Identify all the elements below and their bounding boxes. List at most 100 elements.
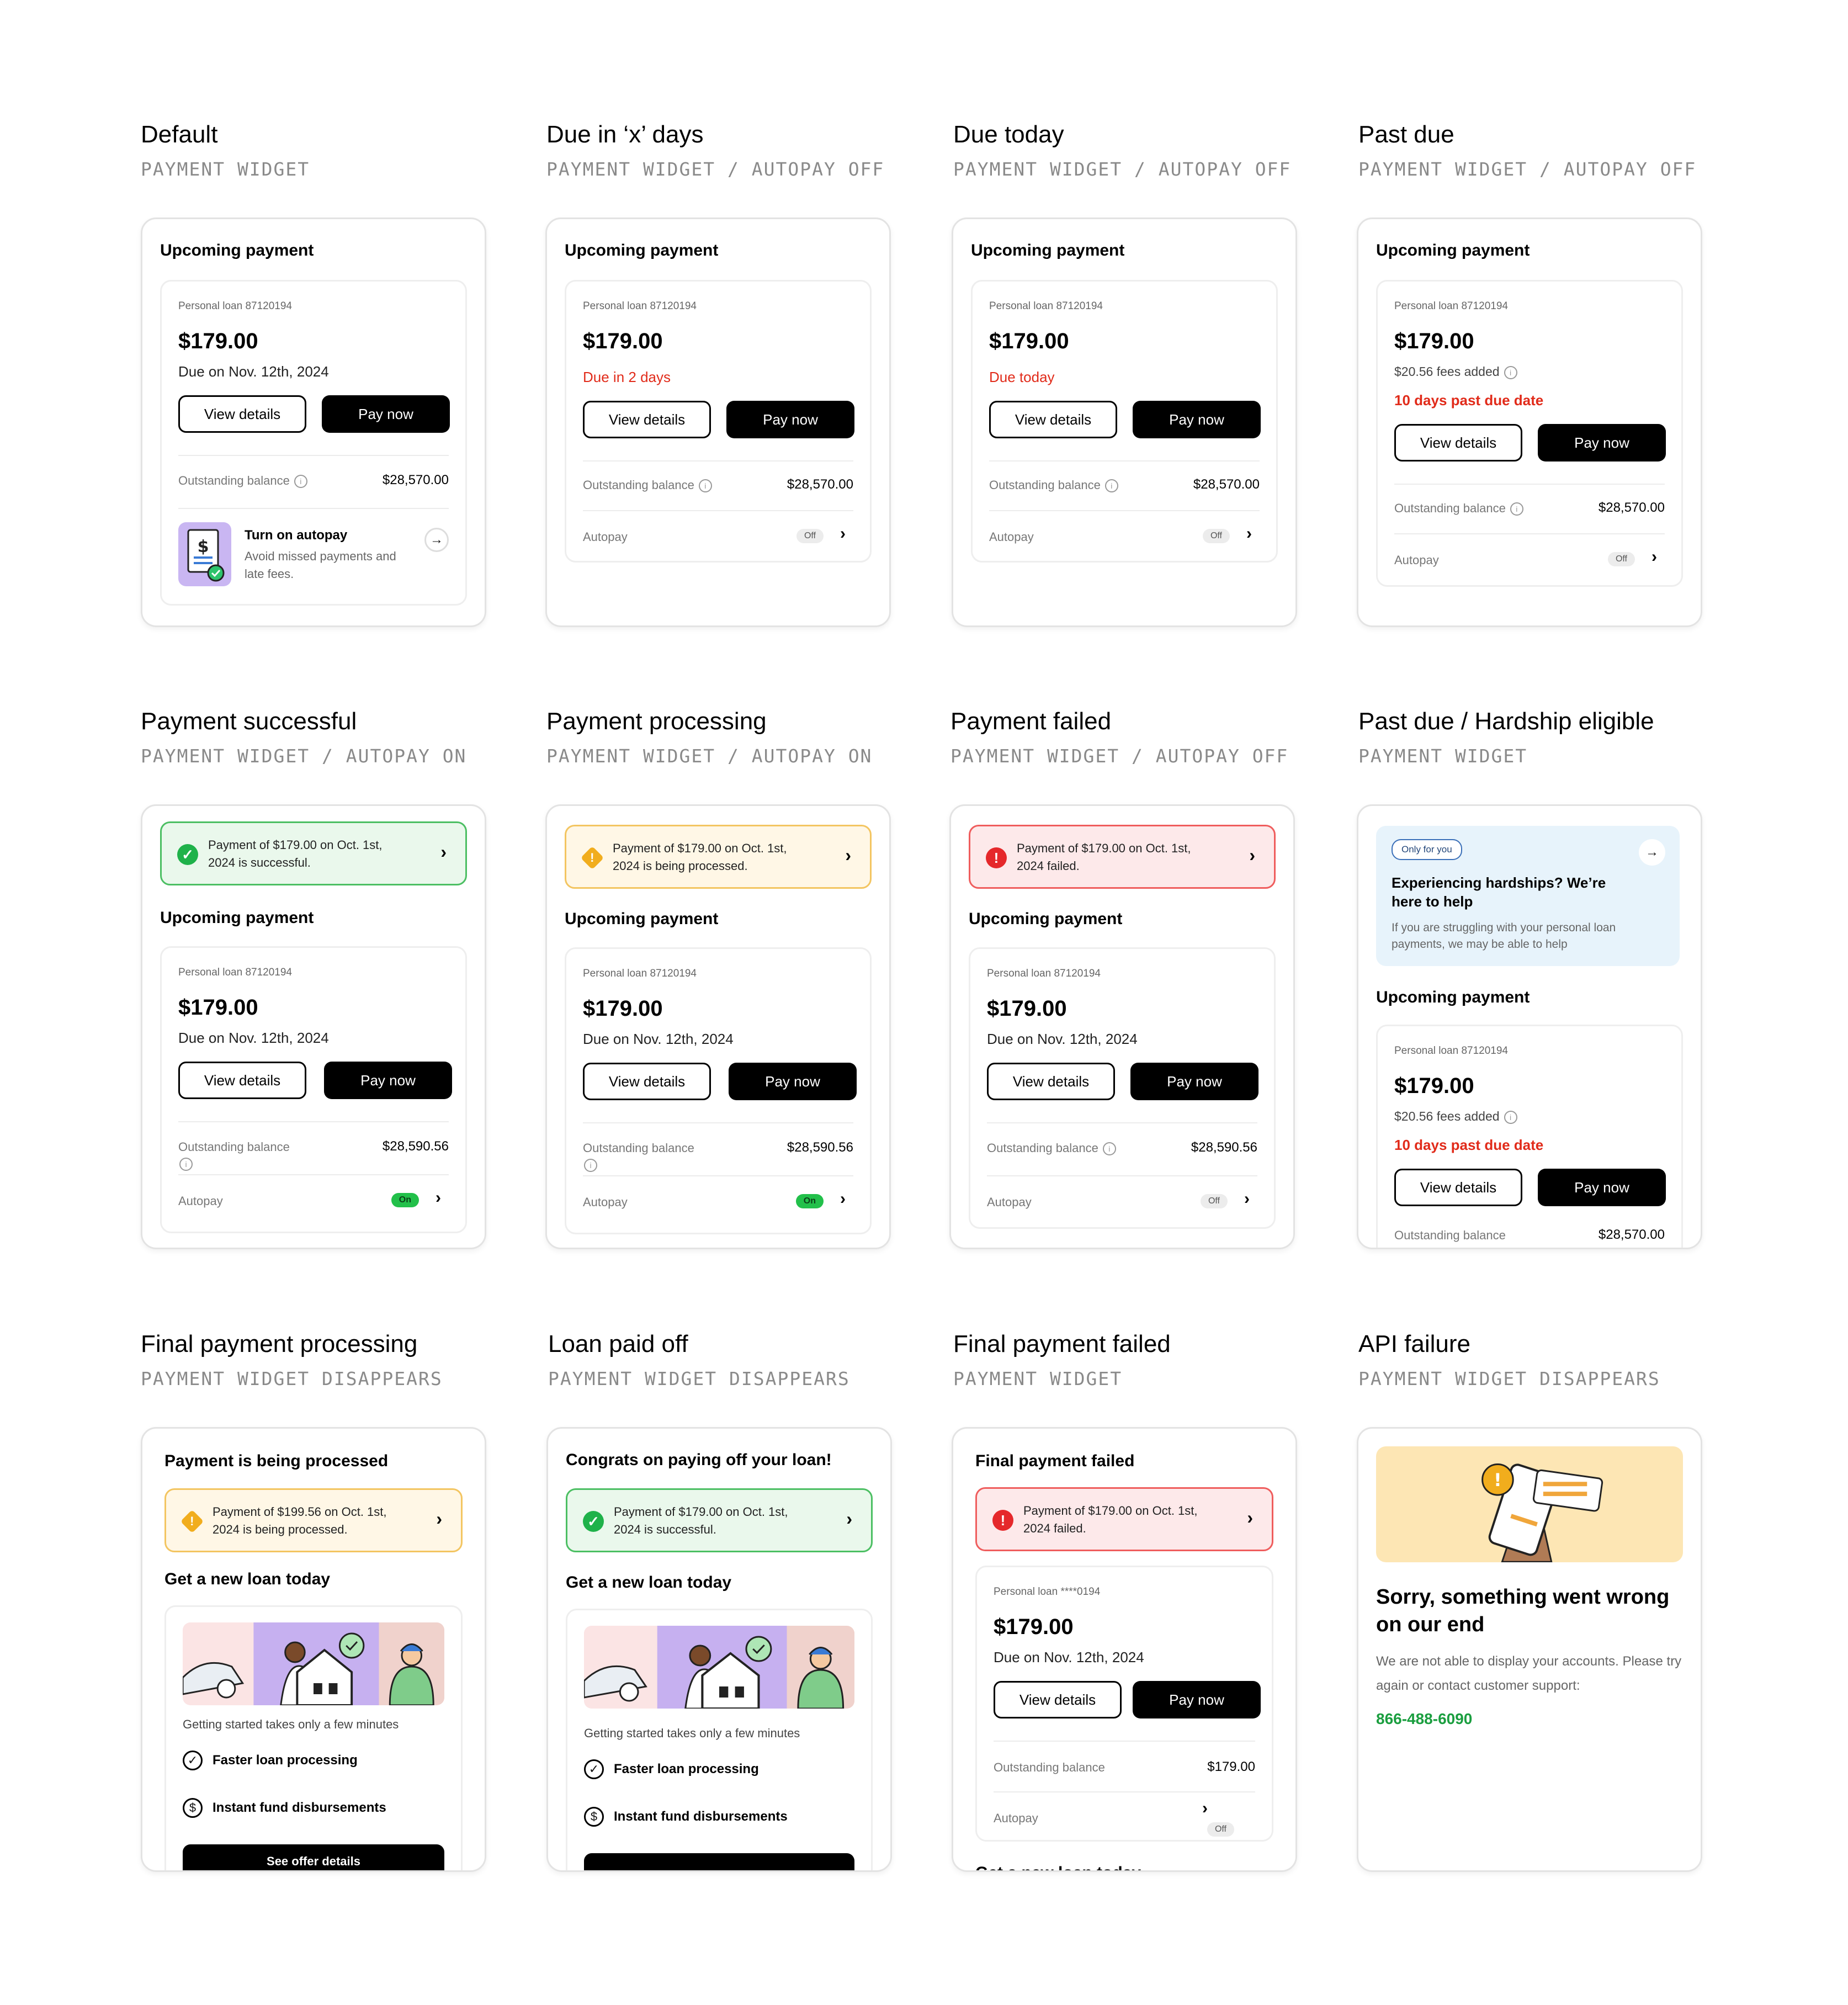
- loan-label: Personal loan 87120194: [1394, 300, 1509, 312]
- due-status: Due today: [989, 369, 1055, 385]
- view-details-button[interactable]: View details: [178, 395, 306, 433]
- view-details-button[interactable]: View details: [583, 401, 711, 438]
- section-subtitle: PAYMENT WIDGET / AUTOPAY OFF: [953, 158, 1292, 180]
- section-subtitle: PAYMENT WIDGET / AUTOPAY OFF: [1358, 158, 1697, 180]
- view-details-button[interactable]: View details: [989, 401, 1117, 438]
- svg-text:$: $: [198, 537, 209, 556]
- failed-alert[interactable]: ! Payment of $179.00 on Oct. 1st, 2024 f…: [969, 825, 1276, 889]
- chevron-right-icon[interactable]: ›: [1246, 524, 1252, 543]
- chevron-right-icon[interactable]: ›: [1244, 1190, 1250, 1208]
- section-title: Final payment failed: [953, 1330, 1171, 1357]
- section-subtitle: PAYMENT WIDGET: [1358, 745, 1528, 767]
- outstanding-balance-value: $28,570.00: [1598, 500, 1665, 515]
- card-heading: Upcoming payment: [971, 241, 1125, 259]
- pay-now-button[interactable]: Pay now: [1133, 401, 1261, 438]
- info-icon[interactable]: i: [1510, 502, 1523, 516]
- info-icon[interactable]: i: [1504, 365, 1517, 379]
- chevron-right-icon[interactable]: ›: [840, 1190, 846, 1208]
- processing-alert[interactable]: ! Payment of $179.00 on Oct. 1st, 2024 i…: [565, 825, 872, 889]
- loan-label: Personal loan 87120194: [1394, 1045, 1509, 1057]
- loan-label: Personal loan 87120194: [178, 967, 293, 978]
- info-icon[interactable]: i: [1104, 479, 1118, 493]
- view-details-button[interactable]: View details: [1394, 1169, 1522, 1206]
- section-subtitle: PAYMENT WIDGET: [953, 1368, 1123, 1389]
- chevron-right-icon[interactable]: ›: [840, 524, 846, 543]
- see-offer-details-button[interactable]: See offer details: [183, 1844, 444, 1870]
- support-phone-link[interactable]: 866-488-6090: [1376, 1710, 1472, 1728]
- outstanding-balance-value: $28,570.00: [382, 473, 449, 487]
- new-loan-heading: Get a new loan today: [164, 1570, 331, 1588]
- section-header: Default PAYMENT WIDGET: [141, 123, 488, 179]
- outstanding-balance-label: Outstanding balance: [583, 1141, 694, 1155]
- card-heading: Payment is being processed: [164, 1452, 389, 1470]
- view-details-button[interactable]: View details: [1394, 424, 1522, 462]
- hardship-banner[interactable]: Only for you → Experiencing hardships? W…: [1376, 826, 1680, 966]
- outstanding-balance-value: $28,570.00: [787, 477, 853, 492]
- pay-now-button[interactable]: Pay now: [1538, 1169, 1666, 1206]
- loan-label: Personal loan 87120194: [987, 968, 1101, 979]
- pay-now-button[interactable]: Pay now: [322, 395, 450, 433]
- warning-icon: !: [580, 846, 604, 870]
- view-details-button[interactable]: View details: [178, 1062, 306, 1099]
- section-subtitle: PAYMENT WIDGET / AUTOPAY OFF: [950, 745, 1289, 767]
- payment-widget-card: Final payment failed ! Payment of $179.0…: [952, 1427, 1297, 1872]
- payment-widget-card: ! Payment of $179.00 on Oct. 1st, 2024 i…: [545, 804, 891, 1249]
- outstanding-balance-value: $28,590.56: [787, 1140, 853, 1155]
- card-heading: Upcoming payment: [160, 241, 314, 259]
- info-icon[interactable]: i: [294, 475, 307, 489]
- info-icon[interactable]: i: [698, 479, 712, 493]
- section-header: Past due / Hardship eligible PAYMENT WID…: [1358, 709, 1706, 767]
- divider: [987, 1175, 1257, 1176]
- outstanding-balance-label: Outstanding balance i: [178, 474, 307, 489]
- autopay-status-badge: Off: [796, 529, 824, 543]
- view-details-button[interactable]: View details: [583, 1063, 711, 1100]
- chevron-right-icon[interactable]: ›: [846, 1509, 852, 1529]
- pay-now-button[interactable]: Pay now: [729, 1063, 857, 1100]
- autopay-status-badge: Off: [1202, 529, 1230, 543]
- divider: [583, 1175, 853, 1176]
- pay-now-button[interactable]: Pay now: [726, 401, 854, 438]
- autopay-title: Turn on autopay: [245, 528, 348, 543]
- chevron-right-icon[interactable]: ›: [1249, 845, 1255, 866]
- processing-alert[interactable]: ! Payment of $199.56 on Oct. 1st, 2024 i…: [164, 1488, 463, 1552]
- loan-label: Personal loan 87120194: [583, 968, 697, 979]
- autopay-label: Autopay: [1394, 553, 1439, 567]
- autopay-label: Autopay: [987, 1195, 1032, 1209]
- divider: [178, 1121, 449, 1122]
- view-details-button[interactable]: View details: [987, 1063, 1115, 1100]
- see-offer-details-button[interactable]: [584, 1853, 854, 1870]
- svg-text:!: !: [1494, 1471, 1502, 1491]
- success-alert[interactable]: ✓ Payment of $179.00 on Oct. 1st, 2024 i…: [566, 1488, 873, 1552]
- pay-now-button[interactable]: Pay now: [1133, 1681, 1261, 1718]
- info-icon[interactable]: i: [1504, 1110, 1517, 1124]
- info-icon[interactable]: i: [584, 1159, 597, 1172]
- success-alert[interactable]: ✓ Payment of $179.00 on Oct. 1st, 2024 i…: [160, 821, 467, 885]
- failed-alert[interactable]: ! Payment of $179.00 on Oct. 1st, 2024 f…: [975, 1487, 1273, 1551]
- info-icon[interactable]: i: [179, 1158, 193, 1171]
- info-icon[interactable]: i: [1102, 1142, 1116, 1156]
- warning-icon: !: [180, 1509, 204, 1534]
- autopay-label: Autopay: [989, 530, 1034, 544]
- pay-now-button[interactable]: Pay now: [1538, 424, 1666, 462]
- payment-widget-card: Upcoming payment Personal loan 87120194 …: [952, 218, 1297, 627]
- chevron-right-icon[interactable]: ›: [1651, 548, 1657, 566]
- chevron-right-icon[interactable]: ›: [436, 1509, 442, 1529]
- view-details-button[interactable]: View details: [994, 1681, 1122, 1718]
- chevron-right-icon[interactable]: ›: [440, 842, 447, 862]
- section-title: Payment successful: [141, 708, 357, 735]
- loan-panel: Personal loan 87120194 $179.00 $20.56 fe…: [1376, 280, 1683, 587]
- chevron-right-icon[interactable]: ›: [845, 845, 851, 866]
- pay-now-button[interactable]: Pay now: [1130, 1063, 1258, 1100]
- arrow-right-icon[interactable]: →: [424, 528, 449, 552]
- divider: [994, 1741, 1255, 1742]
- chevron-right-icon[interactable]: ›: [1202, 1799, 1208, 1818]
- chevron-right-icon[interactable]: ›: [1247, 1508, 1253, 1528]
- alert-message: Payment of $199.56 on Oct. 1st, 2024 is …: [213, 1505, 387, 1536]
- section-title: Past due: [1358, 121, 1454, 148]
- pay-now-button[interactable]: Pay now: [324, 1062, 452, 1099]
- arrow-right-icon[interactable]: →: [1639, 839, 1665, 866]
- outstanding-balance-value: $28,570.00: [1193, 477, 1260, 492]
- chevron-right-icon[interactable]: ›: [436, 1189, 441, 1207]
- hardship-title: Experiencing hardships? We’re here to he…: [1392, 874, 1606, 910]
- section-subtitle: PAYMENT WIDGET DISAPPEARS: [548, 1368, 850, 1389]
